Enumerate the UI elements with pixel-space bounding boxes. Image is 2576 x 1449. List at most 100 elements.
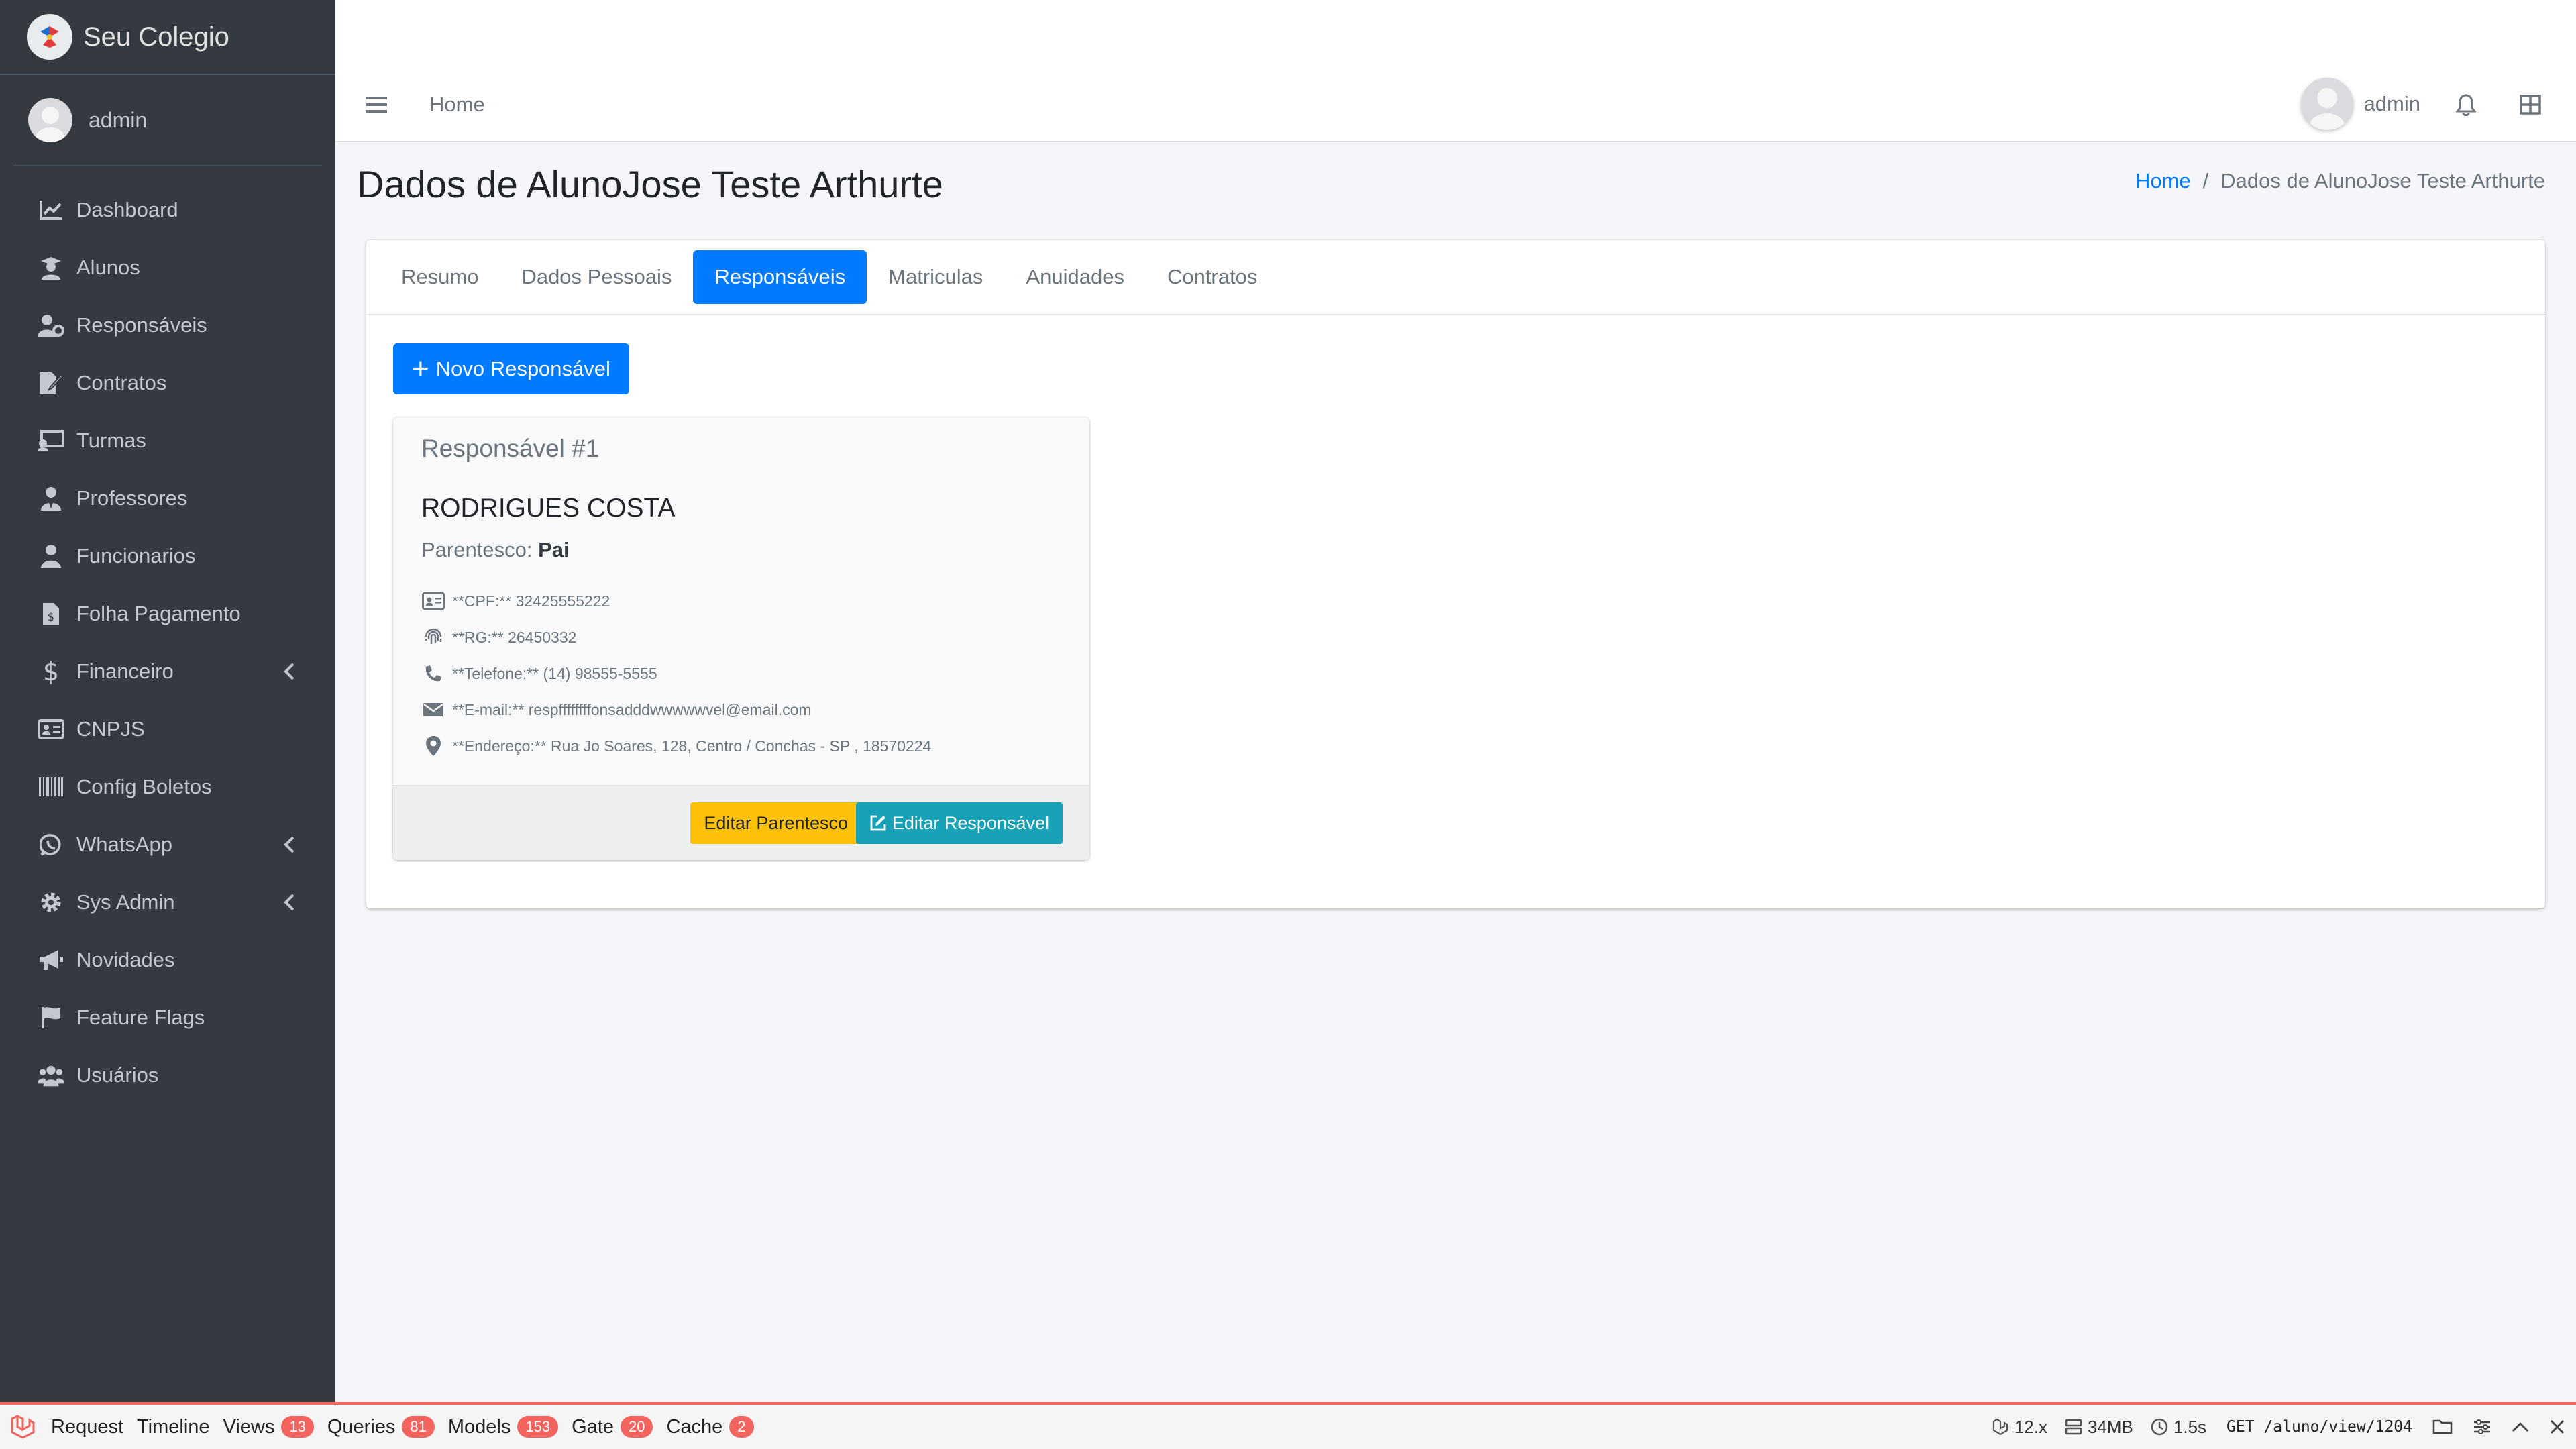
tab-dados-pessoais[interactable]: Dados Pessoais [500, 250, 693, 304]
debug-tab-label: Views [223, 1415, 275, 1438]
top-home-link[interactable]: Home [429, 93, 485, 117]
edit-parentesco-button[interactable]: Editar Parentesco [690, 802, 861, 844]
page-title: Dados de AlunoJose Teste Arthurte [357, 163, 943, 205]
sidebar-item-config-boletos[interactable]: Config Boletos [0, 758, 335, 816]
tab-resumo[interactable]: Resumo [380, 250, 500, 304]
tab-contratos[interactable]: Contratos [1146, 250, 1279, 304]
debug-tab-models[interactable]: Models 153 [447, 1415, 559, 1438]
debug-version: 12.x [1992, 1417, 2047, 1438]
debug-tab-request[interactable]: Request [51, 1416, 123, 1438]
debug-tab-label: Queries [327, 1415, 396, 1438]
close-icon[interactable] [2549, 1419, 2565, 1435]
debug-tab-gate[interactable]: Gate 20 [572, 1416, 653, 1438]
id-card-icon [38, 716, 64, 743]
sidebar-item-financeiro[interactable]: $ Financeiro [0, 643, 335, 700]
sidebar-item-label: Sys Admin [76, 890, 175, 914]
breadcrumb-current: Dados de AlunoJose Teste Arthurte [2220, 169, 2545, 193]
debug-tab-timeline[interactable]: Timeline [137, 1416, 210, 1438]
sidebar-item-label: Turmas [76, 429, 146, 452]
kinship-label: Parentesco: [421, 538, 533, 561]
debug-count-badge: 20 [620, 1416, 653, 1438]
chevron-up-icon[interactable] [2512, 1421, 2529, 1432]
endereco-row: **Endereço:** Rua Jo Soares, 128, Centro… [421, 735, 931, 757]
brand-link[interactable]: Seu Colegio [0, 0, 335, 75]
new-responsavel-label: Novo Responsável [435, 357, 610, 380]
debug-tab-queries[interactable]: Queries 81 [327, 1416, 435, 1438]
cpf-text: **CPF:** 32425555222 [452, 592, 610, 610]
sidebar-item-dashboard[interactable]: Dashboard [0, 181, 335, 239]
debug-tab-cache[interactable]: Cache 2 [666, 1416, 754, 1438]
sidebar-item-whatsapp[interactable]: WhatsApp [0, 816, 335, 873]
chalkboard-icon [38, 427, 64, 454]
sidebar-item-label: Contratos [76, 371, 167, 394]
sidebar-item-label: Dashboard [76, 198, 178, 221]
sidebar-item-cnpjs[interactable]: CNPJS [0, 700, 335, 758]
sidebar-item-label: WhatsApp [76, 833, 173, 856]
debug-tab-label: Models [447, 1415, 511, 1438]
grid-icon[interactable] [2517, 91, 2544, 118]
chart-line-icon [38, 197, 64, 223]
bullhorn-icon [38, 947, 64, 973]
sidebar-item-contratos[interactable]: Contratos [0, 354, 335, 412]
user-tie-icon [38, 485, 64, 512]
sidebar-user-panel[interactable]: admin [13, 75, 322, 166]
sidebar-item-folha-pagamento[interactable]: $ Folha Pagamento [0, 585, 335, 643]
sidebar-item-responsaveis[interactable]: Responsáveis [0, 297, 335, 354]
map-marker-icon [421, 735, 445, 757]
settings-sliders-icon[interactable] [2473, 1419, 2491, 1435]
tab-anuidades[interactable]: Anuidades [1004, 250, 1146, 304]
sidebar-item-alunos[interactable]: Alunos [0, 239, 335, 297]
phone-icon [421, 663, 445, 684]
laravel-logo-icon[interactable] [8, 1412, 38, 1442]
folder-icon[interactable] [2432, 1419, 2453, 1435]
telefone-row: **Telefone:** (14) 98555-5555 [421, 663, 657, 684]
debug-memory-text: 34MB [2087, 1416, 2133, 1437]
bell-icon[interactable] [2453, 91, 2479, 118]
debug-tab-label: Request [51, 1415, 124, 1438]
debug-tab-views[interactable]: Views 13 [223, 1416, 314, 1438]
edit-responsavel-label: Editar Responsável [892, 812, 1049, 833]
chevron-left-icon[interactable] [276, 832, 302, 857]
chevron-left-icon[interactable] [276, 659, 302, 684]
sidebar-item-feature-flags[interactable]: Feature Flags [0, 989, 335, 1046]
hamburger-menu-icon[interactable] [362, 93, 390, 117]
top-user-menu[interactable]: admin [2300, 78, 2420, 130]
responsavel-card-footer: Editar Parentesco Editar Responsável [393, 785, 1089, 860]
tab-responsaveis[interactable]: Responsáveis [693, 250, 867, 304]
tab-matriculas[interactable]: Matriculas [867, 250, 1004, 304]
edit-responsavel-button[interactable]: Editar Responsável [855, 802, 1063, 844]
debug-tab-label: Gate [572, 1415, 614, 1438]
sidebar-menu: Dashboard Alunos Responsáveis Contratos … [0, 166, 335, 1104]
sidebar-item-novidades[interactable]: Novidades [0, 931, 335, 989]
breadcrumb-home-link[interactable]: Home [2135, 169, 2191, 193]
chevron-left-icon[interactable] [276, 890, 302, 915]
barcode-icon [38, 773, 64, 800]
brand-logo-icon [27, 14, 72, 60]
sidebar-item-label: CNPJS [76, 717, 145, 741]
sidebar-item-label: Professores [76, 486, 188, 510]
sidebar-item-professores[interactable]: Professores [0, 470, 335, 527]
sidebar-item-usuarios[interactable]: Usuários [0, 1046, 335, 1104]
plus-icon: + [412, 352, 429, 385]
responsavel-kinship: Parentesco: Pai [421, 538, 570, 562]
svg-text:$: $ [48, 610, 54, 623]
memory-icon [2065, 1419, 2082, 1435]
avatar [2300, 78, 2353, 130]
rg-row: **RG:** 26450332 [421, 627, 576, 648]
sidebar-item-label: Alunos [76, 256, 140, 279]
student-card: Resumo Dados Pessoais Responsáveis Matri… [366, 240, 2545, 908]
sidebar-item-label: Config Boletos [76, 775, 212, 798]
telefone-text: **Telefone:** (14) 98555-5555 [452, 664, 657, 682]
cpf-row: **CPF:** 32425555222 [421, 590, 610, 612]
sidebar-item-sys-admin[interactable]: Sys Admin [0, 873, 335, 931]
sidebar-item-funcionarios[interactable]: Funcionarios [0, 527, 335, 585]
kinship-value: Pai [538, 538, 570, 561]
user-icon [38, 543, 64, 570]
breadcrumb-separator: / [2202, 169, 2209, 193]
sidebar-item-label: Novidades [76, 948, 175, 971]
responsavel-name: RODRIGUES COSTA [421, 494, 676, 523]
sidebar-item-turmas[interactable]: Turmas [0, 412, 335, 470]
sidebar-item-label: Folha Pagamento [76, 602, 241, 625]
new-responsavel-button[interactable]: + Novo Responsável [393, 343, 629, 394]
tabs: Resumo Dados Pessoais Responsáveis Matri… [366, 240, 2545, 315]
